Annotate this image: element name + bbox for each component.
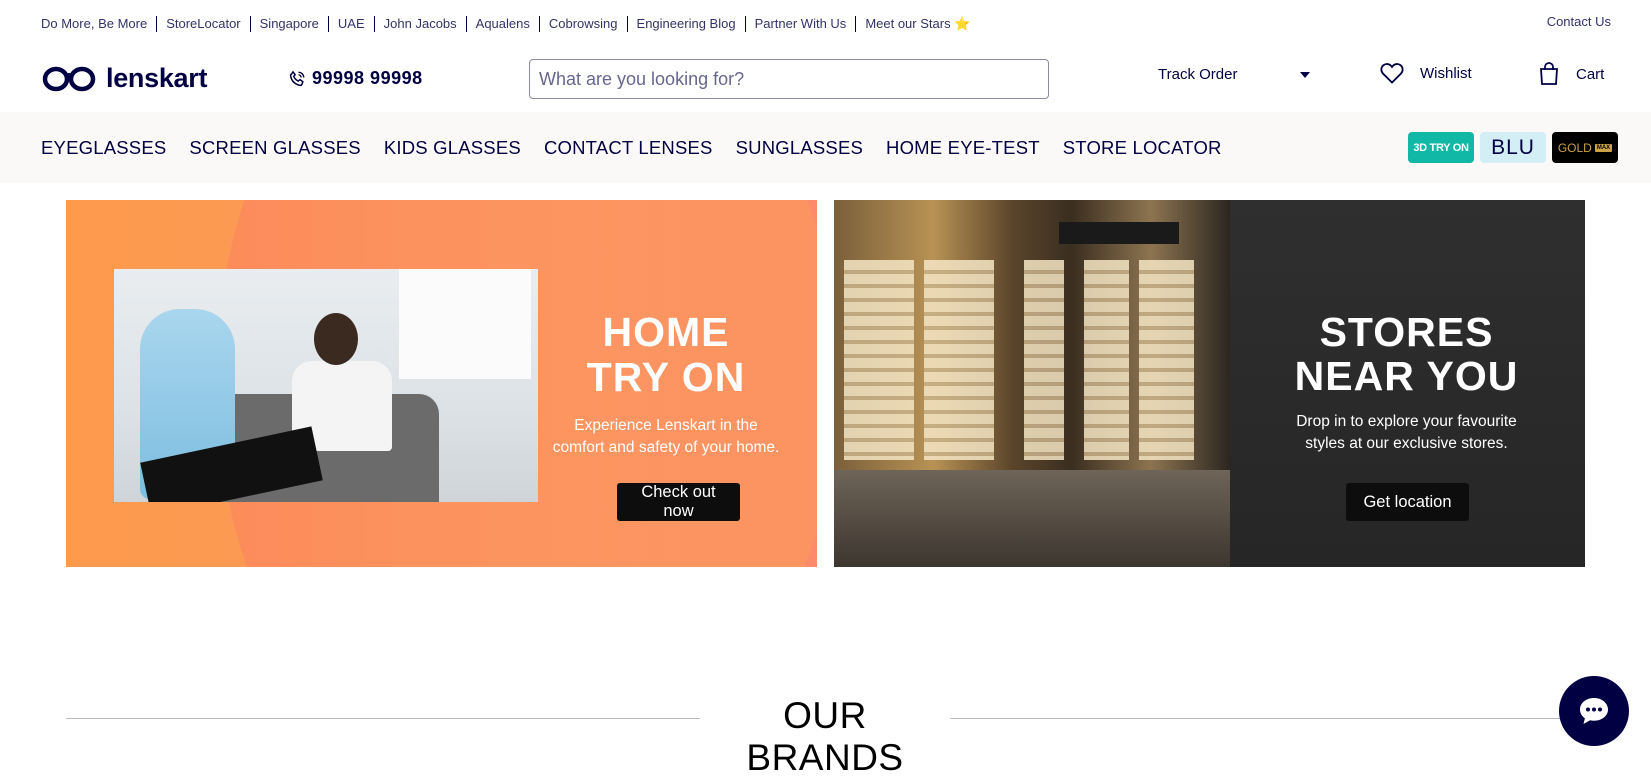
chat-button[interactable] [1559, 676, 1629, 746]
top-link-engineering-blog[interactable]: Engineering Blog [626, 16, 745, 32]
top-links-bar: Do More, Be More StoreLocator Singapore … [0, 0, 1651, 48]
photo-shelf [1139, 260, 1194, 460]
track-order-dropdown[interactable]: Track Order [1158, 66, 1310, 83]
nav-items: EYEGLASSES SCREEN GLASSES KIDS GLASSES C… [41, 137, 1222, 159]
search-input[interactable] [529, 59, 1049, 99]
our-brands-title: OUR BRANDS [746, 695, 904, 778]
phone-icon [289, 70, 305, 86]
store-sign [1059, 222, 1179, 244]
stores-title-line2: NEAR YOU [1294, 353, 1519, 399]
heart-icon [1380, 63, 1404, 84]
divider-right [950, 718, 1585, 719]
check-out-now-button[interactable]: Check out now [617, 483, 740, 521]
logo[interactable]: lenskart [42, 63, 207, 94]
top-link-aqualens[interactable]: Aqualens [465, 16, 539, 32]
nav-home-eye-test[interactable]: HOME EYE-TEST [886, 137, 1040, 159]
store-interior-photo [834, 200, 1230, 567]
nav-kids-glasses[interactable]: KIDS GLASSES [384, 137, 521, 159]
our-brands-section: OUR BRANDS [66, 690, 1585, 778]
top-link-meet-stars[interactable]: Meet our Stars ⭐ [855, 16, 979, 32]
nav-contact-lenses[interactable]: CONTACT LENSES [544, 137, 713, 159]
home-subtitle-line1: Experience Lenskart in the [574, 417, 758, 434]
photo-shelf [844, 260, 914, 460]
photo-shelf [924, 260, 994, 460]
lenskart-glasses-icon [42, 66, 96, 91]
gold-max-badge[interactable]: GOLD MAX [1552, 132, 1618, 163]
store-floor [834, 470, 1230, 567]
top-link-singapore[interactable]: Singapore [249, 16, 328, 32]
divider-left [66, 718, 700, 719]
bag-icon [1540, 62, 1558, 85]
stores-near-you-banner[interactable]: STORES NEAR YOU Drop in to explore your … [834, 200, 1585, 567]
stores-subtitle-line2: styles at our exclusive stores. [1305, 435, 1508, 452]
logo-text: lenskart [106, 63, 208, 93]
home-try-on-subtitle: Experience Lenskart in the comfort and s… [546, 415, 786, 459]
nav-eyeglasses[interactable]: EYEGLASSES [41, 137, 166, 159]
photo-backdrop [399, 269, 531, 379]
wishlist-label: Wishlist [1420, 64, 1472, 82]
stores-title-line1: STORES [1319, 309, 1494, 355]
max-tag: MAX [1594, 143, 1613, 152]
chat-icon [1580, 698, 1608, 724]
home-subtitle-line2: comfort and safety of your home. [552, 439, 780, 456]
phone-number[interactable]: 99998 99998 [288, 68, 423, 89]
stores-title: STORES NEAR YOU [1264, 310, 1549, 398]
caret-down-icon [1300, 71, 1310, 78]
nav-screen-glasses[interactable]: SCREEN GLASSES [189, 137, 360, 159]
top-link-john-jacobs[interactable]: John Jacobs [373, 16, 466, 32]
nav-sunglasses[interactable]: SUNGLASSES [736, 137, 863, 159]
home-try-on-photo [114, 269, 538, 502]
cart-link[interactable]: Cart [1538, 62, 1604, 86]
gold-label: GOLD [1557, 140, 1592, 155]
home-try-on-title: HOME TRY ON [546, 310, 786, 400]
track-order-label: Track Order [1158, 66, 1238, 83]
home-try-on-banner[interactable]: HOME TRY ON Experience Lenskart in the c… [66, 200, 817, 567]
main-nav: EYEGLASSES SCREEN GLASSES KIDS GLASSES C… [0, 112, 1651, 183]
top-link-uae[interactable]: UAE [327, 16, 374, 32]
top-link-do-more[interactable]: Do More, Be More [41, 16, 156, 32]
photo-shelf [1024, 260, 1064, 460]
header: lenskart 99998 99998 Track Order Wishlis… [0, 48, 1651, 112]
blu-badge[interactable]: BLU [1480, 132, 1546, 163]
nav-store-locator[interactable]: STORE LOCATOR [1063, 137, 1222, 159]
cart-label: Cart [1576, 65, 1605, 83]
home-title-line2: TRY ON [586, 354, 746, 400]
top-links: Do More, Be More StoreLocator Singapore … [41, 16, 979, 32]
stores-subtitle-line1: Drop in to explore your favourite [1296, 413, 1517, 430]
top-link-storelocator[interactable]: StoreLocator [156, 16, 249, 32]
top-link-cobrowsing[interactable]: Cobrowsing [538, 16, 627, 32]
wishlist-link[interactable]: Wishlist [1380, 62, 1472, 84]
home-title-line1: HOME [602, 309, 730, 355]
get-location-button[interactable]: Get location [1346, 483, 1469, 521]
photo-shelf [1084, 260, 1129, 460]
nav-badges: 3D TRY ON BLU GOLD MAX [1408, 132, 1618, 163]
top-link-partner[interactable]: Partner With Us [744, 16, 856, 32]
stores-subtitle: Drop in to explore your favourite styles… [1264, 411, 1549, 455]
contact-us-link[interactable]: Contact Us [1547, 14, 1611, 29]
3d-try-on-badge[interactable]: 3D TRY ON [1408, 132, 1474, 163]
photo-customer-head [314, 313, 358, 365]
phone-number-text: 99998 99998 [312, 68, 423, 88]
